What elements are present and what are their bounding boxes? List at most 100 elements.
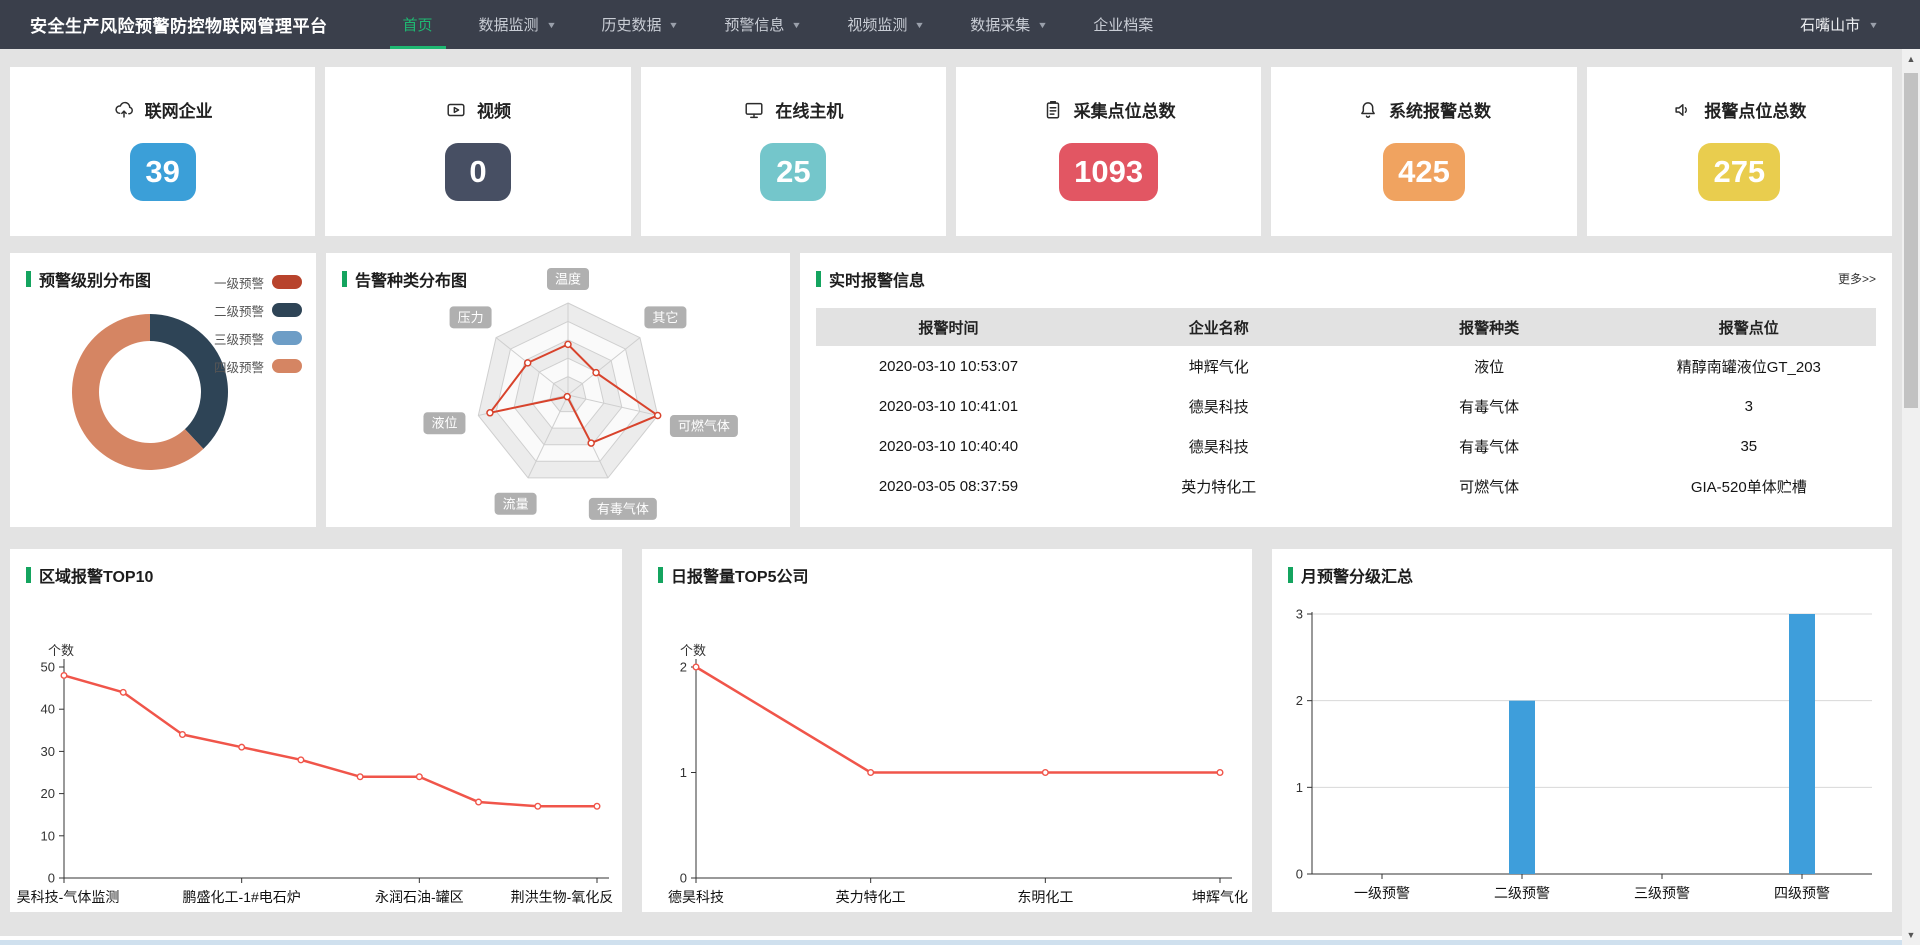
data-point <box>357 774 363 780</box>
x-tick-label: 英力特化工 <box>836 889 906 905</box>
stat-card-title: 视频 <box>477 97 511 122</box>
stat-card-value: 275 <box>1698 143 1780 201</box>
chevron-down-icon: ▼ <box>914 20 925 30</box>
nav-item-4[interactable]: 视频监测 ▼ <box>834 0 937 49</box>
stat-card-value: 25 <box>760 143 826 201</box>
x-tick-label: 昊科技-气体监测 <box>17 889 120 905</box>
more-link[interactable]: 更多>> <box>1838 270 1876 287</box>
legend-item[interactable]: 三级预警 <box>214 324 302 352</box>
y-tick-label: 20 <box>41 786 55 801</box>
x-tick-label: 鹏盛化工-1#电石炉 <box>183 889 301 905</box>
legend-item[interactable]: 二级预警 <box>214 296 302 324</box>
data-point <box>693 664 699 670</box>
nav-item-5[interactable]: 数据采集▼ <box>957 0 1060 49</box>
stat-card-title: 报警点位总数 <box>1704 97 1806 122</box>
y-tick-label: 1 <box>680 765 687 780</box>
alarm-header-cell: 报警种类 <box>1357 308 1622 346</box>
alarm-cell: 德昊科技 <box>1081 386 1357 426</box>
alarm-cell: 有毒气体 <box>1357 426 1622 466</box>
alarm-header-cell: 报警点位 <box>1622 308 1876 346</box>
table-row[interactable]: 2020-03-10 10:40:40德昊科技有毒气体35 <box>816 426 1876 466</box>
x-tick-label: 永润石油-罐区 <box>375 889 464 905</box>
stat-card-1: 视频0 <box>325 67 630 236</box>
table-row[interactable]: 2020-03-10 10:53:07坤辉气化液位精醇南罐液位GT_203 <box>816 346 1876 386</box>
nav-item-label: 视频监测 <box>847 14 907 35</box>
video-icon <box>445 99 467 121</box>
alarm-type-radar-chart: 温度其它可燃气体有毒气体流量液位压力 <box>326 253 790 527</box>
alarm-cell: 可燃气体 <box>1357 466 1622 506</box>
alarm-cell: 2020-03-10 10:53:07 <box>816 346 1081 386</box>
nav-item-2[interactable]: 历史数据▼ <box>588 0 691 49</box>
stat-card-head: 在线主机 <box>743 97 843 122</box>
table-row[interactable]: 2020-03-05 08:37:59英力特化工可燃气体GIA-520单体贮槽 <box>816 466 1876 506</box>
nav-item-label: 预警信息 <box>724 14 784 35</box>
chevron-down-icon: ▼ <box>669 20 680 30</box>
legend-label: 四级预警 <box>214 357 264 376</box>
radar-point <box>564 394 570 400</box>
stat-card-2: 在线主机 25 <box>641 67 946 236</box>
legend-swatch <box>272 303 302 317</box>
nav-item-label: 企业档案 <box>1093 14 1153 35</box>
scrollbar[interactable]: ▲ ▼ <box>1902 49 1920 945</box>
y-tick-label: 10 <box>41 828 55 843</box>
alarm-cell: 英力特化工 <box>1081 466 1357 506</box>
alarm-header-cell: 报警时间 <box>816 308 1081 346</box>
bar <box>1789 614 1815 874</box>
line-series <box>64 675 597 806</box>
stat-card-head: 视频 <box>445 97 511 122</box>
data-point <box>1043 770 1049 776</box>
panel-title-text: 实时报警信息 <box>829 267 925 291</box>
alarm-cell: 液位 <box>1357 346 1622 386</box>
panel-region-alarm-top10: 区域报警TOP10 01020304050个数昊科技-气体监测鹏盛化工-1#电石… <box>10 549 622 912</box>
daily-alarm-top5-chart: 012个数德昊科技英力特化工东明化工坤辉气化 <box>642 549 1252 912</box>
top-navbar: 安全生产风险预警防控物联网管理平台 首页数据监测▼历史数据▼预警信息▼视频监测▼… <box>0 0 1920 49</box>
app-title: 安全生产风险预警防控物联网管理平台 <box>30 12 328 37</box>
alarm-cell: 35 <box>1622 426 1876 466</box>
radar-point <box>593 370 599 376</box>
alarm-cell: 德昊科技 <box>1081 426 1357 466</box>
y-tick-label: 0 <box>1296 867 1303 882</box>
region-alarm-top10-chart: 01020304050个数昊科技-气体监测鹏盛化工-1#电石炉永润石油-罐区荆洪… <box>10 549 622 912</box>
radar-point <box>565 341 571 347</box>
legend-swatch <box>272 331 302 345</box>
legend-item[interactable]: 四级预警 <box>214 352 302 380</box>
legend-swatch <box>272 275 302 289</box>
stat-card-head: 联网企业 <box>113 97 213 122</box>
y-tick-label: 2 <box>680 660 687 675</box>
data-point <box>1217 770 1223 776</box>
region-selector[interactable]: 石嘴山市 ▼ <box>1800 14 1878 35</box>
next-section-peek <box>0 940 1902 945</box>
stat-card-5: 报警点位总数 275 <box>1587 67 1892 236</box>
panel-realtime-alarms: 实时报警信息 更多>> 报警时间企业名称报警种类报警点位2020-03-10 1… <box>800 253 1892 527</box>
alarm-cell: 有毒气体 <box>1357 386 1622 426</box>
panel-title-marker <box>658 567 663 583</box>
panel-title: 预警级别分布图 <box>26 267 151 291</box>
data-point <box>120 690 126 696</box>
legend-item[interactable]: 一级预警 <box>214 268 302 296</box>
legend-label: 一级预警 <box>214 273 264 292</box>
stat-card-4: 系统报警总数425 <box>1271 67 1576 236</box>
stat-card-value: 1093 <box>1059 143 1158 201</box>
scrollbar-thumb[interactable] <box>1904 73 1918 408</box>
alarm-cell: 2020-03-10 10:41:01 <box>816 386 1081 426</box>
clipboard-icon <box>1042 99 1064 121</box>
stat-card-head: 系统报警总数 <box>1357 97 1491 122</box>
radar-axis-label: 可燃气体 <box>678 419 730 434</box>
nav-item-3[interactable]: 预警信息 ▼ <box>711 0 814 49</box>
data-point <box>298 757 304 763</box>
panel-alarm-type-distribution: 告警种类分布图 温度其它可燃气体有毒气体流量液位压力 <box>326 253 790 527</box>
data-point <box>868 770 874 776</box>
nav-item-1[interactable]: 数据监测▼ <box>466 0 569 49</box>
chevron-down-icon: ▼ <box>792 20 803 30</box>
data-point <box>239 744 245 750</box>
nav-item-6[interactable]: 企业档案 <box>1080 0 1166 49</box>
x-tick-label: 东明化工 <box>1017 889 1073 905</box>
table-row[interactable]: 2020-03-10 10:41:01德昊科技有毒气体3 <box>816 386 1876 426</box>
scroll-down-button[interactable]: ▼ <box>1902 925 1920 945</box>
scroll-up-button[interactable]: ▲ <box>1902 49 1920 69</box>
panel-daily-alarm-top5: 日报警量TOP5公司 012个数德昊科技英力特化工东明化工坤辉气化 <box>642 549 1252 912</box>
nav-item-0[interactable]: 首页 <box>390 0 446 49</box>
legend-label: 三级预警 <box>214 329 264 348</box>
y-axis-title: 个数 <box>48 643 74 658</box>
nav-item-label: 数据监测 <box>479 14 539 35</box>
